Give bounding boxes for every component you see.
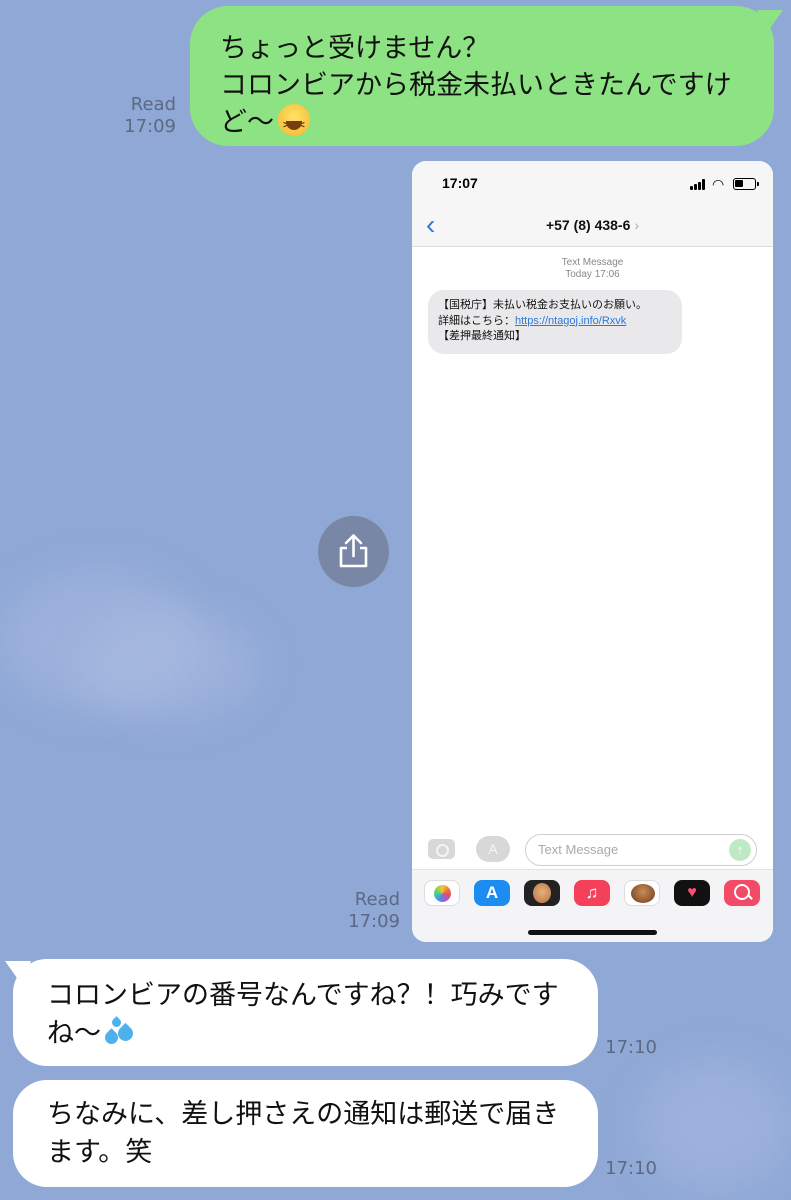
signal-icon bbox=[690, 179, 707, 190]
sms-screenshot-image[interactable]: 17:07 ◠ ‹ +57 (8) 438-6 › Text Message To… bbox=[412, 161, 773, 942]
incoming-message-bubble[interactable]: ちなみに、差し押さえの通知は郵送で届き ます。笑 bbox=[13, 1080, 598, 1187]
message-time: 17:09 bbox=[348, 911, 400, 932]
text-message-field: Text Message ↑ bbox=[525, 834, 757, 866]
message-text-line: ちょっと受けません？ bbox=[220, 33, 490, 64]
read-label: Read bbox=[354, 889, 400, 910]
message-time: 17:10 bbox=[605, 1037, 657, 1058]
conversation-header: ‹ +57 (8) 438-6 › bbox=[412, 207, 773, 247]
app-store-icon: A bbox=[474, 880, 510, 906]
message-input-bar: A Text Message ↑ bbox=[412, 827, 773, 869]
input-placeholder: Text Message bbox=[538, 842, 619, 857]
web-search-icon bbox=[724, 880, 760, 906]
memoji-stickers-icon bbox=[624, 880, 660, 906]
background-cloud bbox=[80, 610, 260, 720]
grinning-squinting-face-icon bbox=[278, 104, 310, 143]
sms-line: 【差押最終通知】 bbox=[438, 330, 526, 342]
message-time: 17:10 bbox=[605, 1158, 657, 1179]
message-text-line: コロンビアから税金未払いときたんですけ bbox=[220, 70, 732, 101]
app-store-apps-icon: A bbox=[476, 836, 510, 862]
read-label: Read bbox=[130, 94, 176, 115]
share-button[interactable] bbox=[318, 516, 389, 587]
status-time: 17:07 bbox=[442, 175, 478, 191]
bubble-tail bbox=[5, 961, 31, 983]
contact-number: +57 (8) 438-6 › bbox=[545, 217, 640, 233]
status-bar: 17:07 ◠ bbox=[412, 161, 773, 207]
heart-digital-touch-icon: ♥ bbox=[674, 880, 710, 906]
outgoing-message-bubble[interactable]: ちょっと受けません？ コロンビアから税金未払いときたんですけ ど〜 bbox=[190, 6, 783, 146]
thread-date: Today 17:06 bbox=[565, 269, 620, 280]
outgoing-read-receipt: Read 17:09 bbox=[118, 94, 176, 138]
camera-icon bbox=[428, 839, 455, 859]
message-text-line: コロンビアの番号なんですね？！巧みです bbox=[47, 980, 559, 1011]
share-icon bbox=[339, 534, 368, 568]
sms-bubble: 【国税庁】未払い税金お支払いのお願い。 詳細はこちら：https://ntago… bbox=[428, 290, 682, 354]
battery-icon bbox=[733, 178, 759, 190]
background-cloud bbox=[640, 1060, 790, 1190]
bubble-tail bbox=[757, 10, 783, 32]
incoming-message-bubble[interactable]: コロンビアの番号なんですね？！巧みです ね〜 bbox=[5, 959, 598, 1066]
memoji-icon bbox=[524, 880, 560, 906]
chevron-right-icon: › bbox=[634, 217, 640, 233]
screenshot-read-receipt: Read 17:09 bbox=[340, 889, 400, 933]
message-text-line: ど〜 bbox=[220, 104, 748, 143]
message-time: 17:09 bbox=[124, 116, 176, 137]
wifi-icon: ◠ bbox=[712, 176, 725, 192]
thread-label: Text Message bbox=[561, 257, 624, 268]
sweat-droplets-icon bbox=[102, 1016, 137, 1048]
sms-line: 詳細はこちら：https://ntagoj.info/Rxvk bbox=[438, 314, 627, 327]
music-icon: ♫ bbox=[574, 880, 610, 906]
home-indicator bbox=[528, 930, 657, 935]
message-text-line: ちなみに、差し押さえの通知は郵送で届き bbox=[47, 1099, 560, 1130]
phishing-link: https://ntagoj.info/Rxvk bbox=[515, 314, 627, 327]
message-text-line: ね〜 bbox=[47, 1015, 568, 1053]
sms-line: 【国税庁】未払い税金お支払いのお願い。 bbox=[438, 299, 647, 311]
photos-icon bbox=[424, 880, 460, 906]
message-text-line: ます。笑 bbox=[47, 1137, 153, 1168]
send-arrow-icon: ↑ bbox=[729, 839, 751, 861]
